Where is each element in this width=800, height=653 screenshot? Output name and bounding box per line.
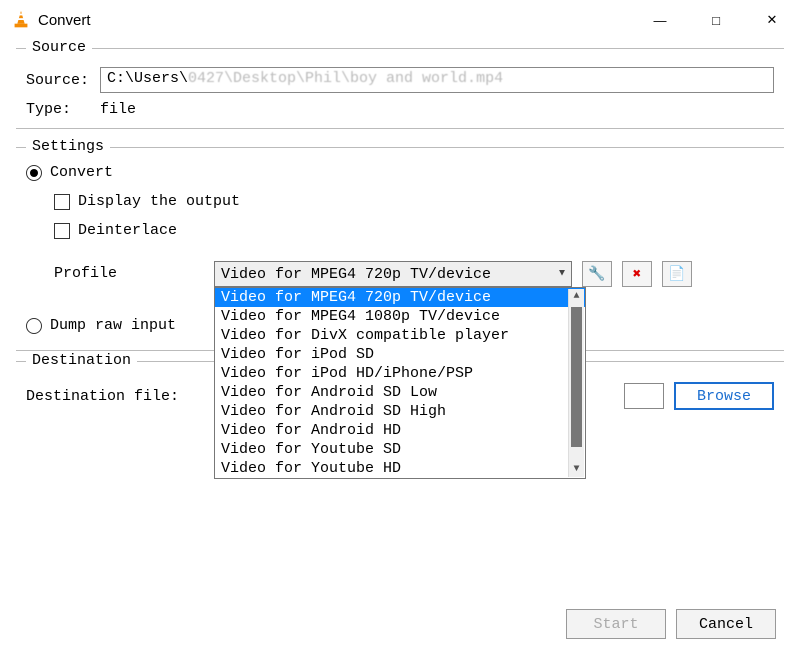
vlc-icon: [10, 9, 32, 31]
cancel-button[interactable]: Cancel: [676, 609, 776, 639]
checkbox-display-label: Display the output: [78, 193, 240, 210]
profile-option[interactable]: Video for iPod HD/iPhone/PSP: [215, 364, 585, 383]
dialog-buttons: Start Cancel: [566, 609, 776, 639]
profile-option[interactable]: Video for Youtube SD: [215, 440, 585, 459]
browse-button[interactable]: Browse: [674, 382, 774, 410]
profile-option[interactable]: Video for Youtube HD: [215, 459, 585, 478]
settings-legend: Settings: [26, 138, 110, 155]
profile-selected-text: Video for MPEG4 720p TV/device: [221, 266, 491, 283]
minimize-button[interactable]: —: [632, 0, 688, 40]
start-label: Start: [593, 616, 638, 633]
radio-dump-label: Dump raw input: [50, 317, 176, 334]
type-value: file: [100, 101, 136, 118]
window-title: Convert: [32, 12, 632, 29]
delete-icon: ✖: [633, 266, 641, 283]
radio-icon: [26, 318, 42, 334]
maximize-button[interactable]: □: [688, 0, 744, 40]
source-path-visible: C:\Users\: [107, 70, 188, 87]
checkbox-icon: [54, 194, 70, 210]
start-button[interactable]: Start: [566, 609, 666, 639]
checkbox-display-output[interactable]: Display the output: [54, 193, 240, 210]
profile-option[interactable]: Video for MPEG4 1080p TV/device: [215, 307, 585, 326]
radio-dump-raw[interactable]: Dump raw input: [26, 317, 176, 334]
profile-option[interactable]: Video for DivX compatible player: [215, 326, 585, 345]
radio-convert[interactable]: Convert: [26, 164, 113, 181]
destination-legend: Destination: [26, 352, 137, 369]
profile-dropdown-list: Video for MPEG4 720p TV/device Video for…: [214, 287, 586, 479]
checkbox-deinterlace-label: Deinterlace: [78, 222, 177, 239]
settings-group: Settings Convert Display the output Dein…: [16, 147, 784, 353]
window-controls: — □ ✕: [632, 0, 800, 40]
profile-option[interactable]: Video for Android SD High: [215, 402, 585, 421]
profile-option[interactable]: Video for Android SD Low: [215, 383, 585, 402]
source-group: Source Source: C:\Users\0427\Desktop\Phi…: [16, 48, 784, 139]
profile-dropdown[interactable]: Video for MPEG4 720p TV/device ▼ Video f…: [214, 261, 572, 287]
profile-label: Profile: [54, 261, 204, 282]
source-path-input[interactable]: C:\Users\0427\Desktop\Phil\boy and world…: [100, 67, 774, 93]
delete-profile-button[interactable]: ✖: [622, 261, 652, 287]
close-button[interactable]: ✕: [744, 0, 800, 40]
checkbox-icon: [54, 223, 70, 239]
profile-option[interactable]: Video for Android HD: [215, 421, 585, 440]
type-label: Type:: [26, 101, 100, 118]
wrench-icon: 🔧: [588, 266, 605, 283]
radio-icon: [26, 165, 42, 181]
destination-file-input[interactable]: [624, 383, 664, 409]
dropdown-scrollbar[interactable]: ▲ ▼: [568, 289, 584, 477]
scroll-down-icon[interactable]: ▼: [573, 464, 579, 475]
profile-option[interactable]: Video for MPEG4 720p TV/device: [215, 288, 585, 307]
profile-option[interactable]: Video for iPod SD: [215, 345, 585, 364]
new-profile-button[interactable]: 📄: [662, 261, 692, 287]
chevron-down-icon: ▼: [559, 269, 565, 280]
source-legend: Source: [26, 39, 92, 56]
divider: [16, 128, 784, 129]
checkbox-deinterlace[interactable]: Deinterlace: [54, 222, 177, 239]
cancel-label: Cancel: [699, 616, 753, 633]
source-path-blurred: 0427\Desktop\Phil\boy and world.mp4: [188, 70, 503, 87]
edit-profile-button[interactable]: 🔧: [582, 261, 612, 287]
source-label: Source:: [26, 72, 100, 89]
destination-file-label: Destination file:: [26, 388, 179, 405]
titlebar: Convert — □ ✕: [0, 0, 800, 40]
radio-convert-label: Convert: [50, 164, 113, 181]
profile-selected[interactable]: Video for MPEG4 720p TV/device ▼: [214, 261, 572, 287]
scroll-up-icon[interactable]: ▲: [573, 291, 579, 302]
scrollbar-thumb[interactable]: [571, 307, 582, 447]
new-icon: 📄: [668, 266, 685, 283]
browse-label: Browse: [697, 388, 751, 405]
